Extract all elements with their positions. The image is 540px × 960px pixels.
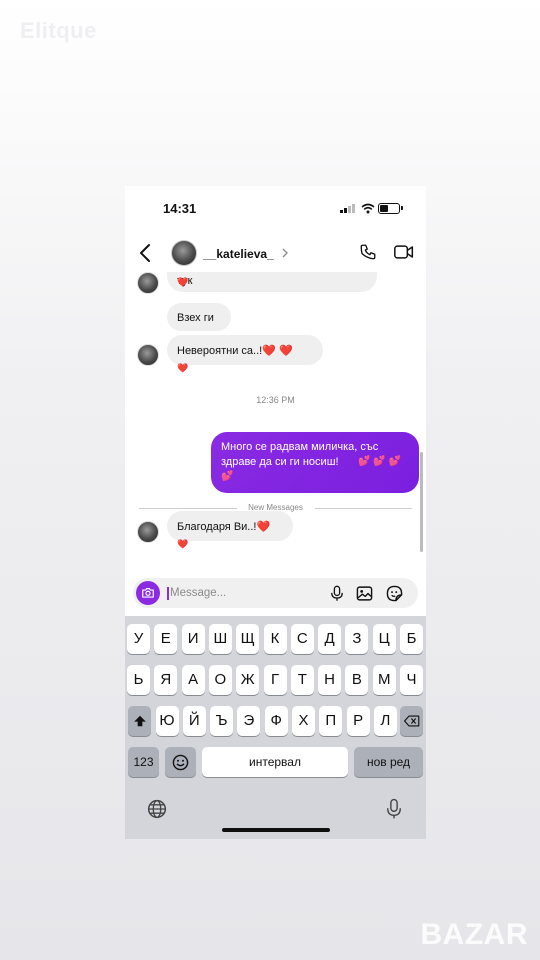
key-letter[interactable]: О bbox=[208, 665, 232, 695]
hearts-emoji: 💕 💕 💕 bbox=[358, 456, 401, 467]
key-letter[interactable]: Ъ bbox=[210, 706, 234, 736]
phone-icon[interactable] bbox=[359, 243, 377, 261]
message-bubble[interactable]: Взех ги bbox=[167, 303, 231, 331]
key-letter[interactable]: Т bbox=[290, 665, 314, 695]
key-letter[interactable]: Г bbox=[263, 665, 287, 695]
key-letter[interactable]: З bbox=[345, 624, 369, 654]
key-letter[interactable]: Й bbox=[182, 706, 206, 736]
battery-cap bbox=[401, 206, 403, 210]
key-letter[interactable]: П bbox=[319, 706, 343, 736]
outgoing-text-line1: Много се радвам миличка, със bbox=[221, 441, 379, 453]
key-letter[interactable]: Х bbox=[292, 706, 315, 736]
battery-icon bbox=[378, 203, 400, 214]
scrollbar[interactable] bbox=[420, 452, 423, 552]
sticker-icon[interactable] bbox=[386, 585, 403, 602]
key-letter[interactable]: В bbox=[345, 665, 369, 695]
mic-icon[interactable] bbox=[329, 585, 345, 602]
watermark-logo-top: Elitque bbox=[20, 18, 97, 43]
image-icon[interactable] bbox=[356, 585, 373, 602]
key-letter[interactable]: Б bbox=[400, 624, 423, 654]
heart-reaction[interactable]: ❤️ bbox=[177, 363, 188, 374]
status-bar: 14:31 bbox=[125, 186, 426, 230]
text-caret bbox=[167, 587, 169, 600]
globe-icon[interactable] bbox=[147, 799, 167, 819]
watermark-logo-bottom: BAZAR bbox=[420, 918, 528, 951]
sender-avatar[interactable] bbox=[137, 272, 159, 294]
camera-icon bbox=[142, 588, 154, 598]
key-letter[interactable]: Ь bbox=[127, 665, 150, 695]
outgoing-text-line2: здраве да си ги носиш! bbox=[221, 456, 339, 468]
key-letter[interactable]: Д bbox=[318, 624, 342, 654]
heart-reaction[interactable]: ❤️ bbox=[177, 277, 188, 288]
key-letter[interactable]: С bbox=[290, 624, 314, 654]
message-list[interactable]: тук ❤️ Взех ги Невероятни са..!❤️ ❤️ ❤️ … bbox=[125, 272, 426, 576]
message-composer: Message... bbox=[133, 578, 418, 608]
key-letter[interactable]: Л bbox=[373, 706, 397, 736]
chat-header: __katelieva_ bbox=[125, 236, 426, 272]
hearts-emoji: 💕 bbox=[221, 471, 234, 482]
wifi-icon bbox=[361, 203, 375, 214]
message-input[interactable]: Message... bbox=[170, 587, 226, 599]
return-key[interactable]: нов ред bbox=[354, 747, 423, 777]
space-key[interactable]: интервал bbox=[202, 747, 348, 777]
key-letter[interactable]: Ч bbox=[400, 665, 423, 695]
outgoing-message-bubble[interactable]: Много се радвам миличка, със здраве да с… bbox=[211, 432, 419, 493]
emoji-icon bbox=[172, 754, 189, 771]
shift-key[interactable] bbox=[128, 706, 151, 736]
key-letter[interactable]: У bbox=[127, 624, 150, 654]
key-letter[interactable]: И bbox=[181, 624, 205, 654]
key-letter[interactable]: Ж bbox=[236, 665, 260, 695]
emoji-key[interactable] bbox=[165, 747, 196, 777]
contact-avatar[interactable] bbox=[171, 240, 197, 266]
key-letter[interactable]: Ю bbox=[155, 706, 179, 736]
message-timestamp: 12:36 PM bbox=[256, 395, 295, 405]
home-indicator[interactable] bbox=[222, 828, 330, 832]
key-letter[interactable]: М bbox=[372, 665, 396, 695]
key-letter[interactable]: Ц bbox=[372, 624, 396, 654]
key-letter[interactable]: Ф bbox=[264, 706, 288, 736]
sender-avatar[interactable] bbox=[137, 344, 159, 366]
key-letter[interactable]: А bbox=[181, 665, 205, 695]
key-letter[interactable]: Е bbox=[154, 624, 178, 654]
heart-reaction[interactable]: ❤️ bbox=[177, 539, 188, 550]
shift-icon bbox=[133, 715, 146, 727]
message-bubble[interactable]: Благодаря Ви..!❤️ bbox=[167, 511, 293, 541]
message-bubble[interactable]: Невероятни са..!❤️ ❤️ bbox=[167, 335, 323, 365]
contact-username[interactable]: __katelieva_ bbox=[203, 247, 274, 261]
sender-avatar[interactable] bbox=[137, 521, 159, 543]
key-letter[interactable]: Р bbox=[346, 706, 370, 736]
key-letter[interactable]: Ш bbox=[208, 624, 232, 654]
phone-screen: 14:31 __katelieva_ тук ❤️ Взех ги Неверо… bbox=[125, 186, 426, 839]
message-text: Взех ги bbox=[177, 312, 214, 324]
video-icon[interactable] bbox=[394, 244, 414, 260]
message-bubble[interactable]: тук bbox=[167, 272, 377, 292]
message-text: Благодаря Ви..!❤️ bbox=[177, 521, 271, 533]
camera-button[interactable] bbox=[136, 581, 160, 605]
chevron-right-icon[interactable] bbox=[282, 248, 288, 258]
backspace-key[interactable] bbox=[400, 706, 423, 736]
key-letter[interactable]: Н bbox=[318, 665, 342, 695]
backspace-icon bbox=[403, 715, 419, 727]
key-letter[interactable]: Щ bbox=[236, 624, 260, 654]
key-letter[interactable]: К bbox=[263, 624, 287, 654]
cellular-signal-icon bbox=[340, 204, 355, 213]
status-time: 14:31 bbox=[163, 201, 197, 216]
key-letter[interactable]: Я bbox=[154, 665, 178, 695]
key-letter[interactable]: Э bbox=[237, 706, 261, 736]
keyboard: УЕИШЩКСДЗЦБ ЬЯАОЖГТНВМЧ ЮЙЪЭФХПРЛ 123 ин… bbox=[125, 616, 426, 839]
back-chevron-icon[interactable] bbox=[139, 243, 151, 263]
message-text: Невероятни са..!❤️ ❤️ bbox=[177, 345, 293, 357]
numbers-key[interactable]: 123 bbox=[128, 747, 159, 777]
dictation-mic-icon[interactable] bbox=[386, 798, 402, 820]
